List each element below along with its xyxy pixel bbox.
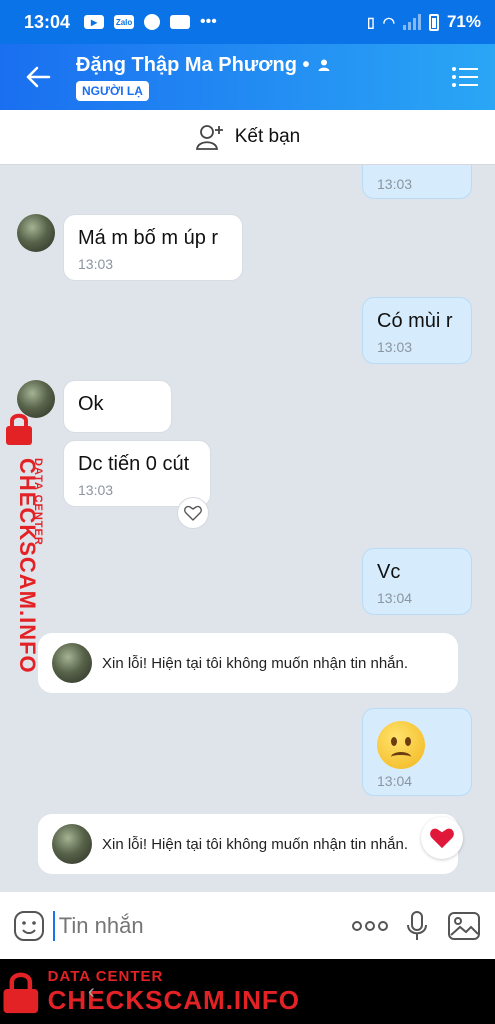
image-icon (447, 911, 480, 940)
image-button[interactable] (440, 892, 487, 960)
message-text: Ok (78, 393, 104, 415)
microphone-icon (406, 910, 427, 940)
contact-title[interactable]: Đặng Thập Ma Phương • NGƯỜI LẠ (76, 54, 435, 101)
message-time: 13:04 (377, 773, 413, 789)
message-bubble-me[interactable]: Vc 13:04 (362, 548, 472, 615)
message-time: 13:03 (78, 482, 114, 498)
message-bubble-them[interactable]: Má m bố m úp r 13:03 (63, 214, 243, 281)
frowning-face-icon (377, 721, 425, 769)
heart-reaction-button[interactable] (421, 817, 463, 859)
system-message-text: Xin lỗi! Hiện tại tôi không muốn nhận ti… (102, 835, 409, 853)
chat-area[interactable]: 13:03 Má m bố m úp r 13:03 Có mùi r 13:0… (0, 165, 495, 891)
watermark-small-text: DATA CENTER (47, 967, 164, 985)
system-message: Xin lỗi! Hiện tại tôi không muốn nhận ti… (38, 814, 458, 874)
sticker-icon (14, 910, 45, 941)
back-button[interactable] (0, 44, 76, 110)
lock-icon (3, 972, 39, 1013)
message-text: Có mùi r (377, 310, 453, 332)
message-bubble-me[interactable]: Có mùi r 13:03 (362, 297, 472, 364)
menu-button[interactable] (435, 44, 495, 110)
voice-button[interactable] (394, 892, 441, 960)
gallery-icon (170, 15, 191, 29)
watermark-text: DATA CENTER CHECKSCAM.INFO (48, 968, 300, 1016)
more-dots-icon (352, 920, 389, 931)
wifi-icon: ◠ (382, 13, 395, 30)
arrow-left-icon (26, 66, 51, 88)
navigation-bar: DATA CENTER CHECKSCAM.INFO ‹ (0, 959, 495, 1024)
add-user-icon (195, 125, 223, 150)
watermark-bottom: DATA CENTER CHECKSCAM.INFO (0, 959, 300, 1024)
avatar (52, 643, 92, 683)
add-friend-label: Kết bạn (234, 126, 301, 147)
battery-percent: 71% (446, 12, 481, 31)
watermark-big-text: CHECKSCAM.INFO (47, 984, 300, 1015)
stranger-badge: NGƯỜI LẠ (76, 80, 149, 101)
contact-name-text: Đặng Thập Ma Phương • (76, 53, 310, 76)
user-icon (318, 59, 330, 71)
message-time: 13:03 (78, 256, 114, 272)
heart-outline-icon (184, 505, 202, 521)
chrome-icon (144, 14, 161, 30)
status-app-icons: ▶ Zalo ••• (84, 13, 217, 31)
more-options-button[interactable] (347, 892, 394, 960)
vibrate-icon: ▯ (367, 13, 375, 30)
message-bubble-me[interactable]: 13:03 (362, 165, 472, 199)
contact-name: Đặng Thập Ma Phương • (76, 54, 435, 77)
react-heart-button[interactable] (177, 497, 209, 529)
youtube-icon: ▶ (84, 15, 105, 29)
sticker-button[interactable] (6, 892, 53, 960)
message-bubble-them[interactable]: Ok (63, 380, 172, 433)
list-menu-icon (452, 67, 478, 87)
more-icon: ••• (200, 13, 217, 30)
avatar (52, 824, 92, 864)
zalo-icon: Zalo (114, 15, 135, 29)
add-friend-button[interactable]: Kết bạn (0, 110, 495, 165)
system-message-text: Xin lỗi! Hiện tại tôi không muốn nhận ti… (102, 654, 409, 672)
status-bar: 13:04 ▶ Zalo ••• ▯ ◠ 71% (0, 0, 495, 44)
chat-header: Đặng Thập Ma Phương • NGƯỜI LẠ (0, 44, 495, 110)
nav-back-icon[interactable]: ‹ (88, 981, 95, 1004)
message-input-bar (0, 891, 495, 959)
watermark-side: CHECKSCAM.INFO DATA CENTER (0, 412, 52, 674)
avatar[interactable] (17, 214, 55, 252)
status-right: ▯ ◠ 71% (367, 12, 481, 32)
message-text: Má m bố m úp r (78, 227, 219, 249)
message-time: 13:03 (377, 176, 413, 192)
battery-icon (428, 13, 439, 31)
message-text: Dc tiến 0 cút (78, 453, 190, 475)
heart-icon (430, 828, 454, 849)
status-time: 13:04 (24, 11, 71, 32)
message-text: Vc (377, 561, 401, 583)
signal-icon (402, 14, 421, 30)
message-time: 13:03 (377, 339, 413, 355)
lock-icon (6, 413, 32, 445)
message-bubble-me[interactable]: 13:04 (362, 708, 472, 796)
system-message: Xin lỗi! Hiện tại tôi không muốn nhận ti… (38, 633, 458, 693)
watermark-small-text: DATA CENTER (32, 458, 44, 546)
message-time: 13:04 (377, 590, 413, 606)
message-input[interactable] (52, 910, 347, 941)
